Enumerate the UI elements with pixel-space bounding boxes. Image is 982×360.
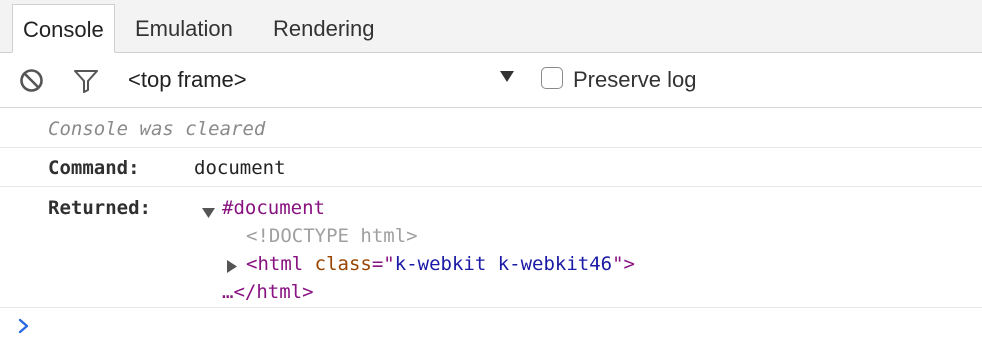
html-attr-eq: =": [371, 253, 395, 275]
prompt-chevron-icon: [18, 318, 29, 334]
command-value: document: [194, 157, 286, 179]
console-prompt[interactable]: [17, 318, 31, 339]
frame-select[interactable]: <top frame>: [128, 67, 247, 93]
returned-label: Returned:: [48, 197, 151, 219]
cleared-message: Console was cleared: [48, 118, 266, 140]
expand-document-icon[interactable]: [201, 202, 216, 224]
tab-rendering[interactable]: Rendering: [263, 4, 385, 53]
document-node[interactable]: #document: [222, 197, 325, 219]
html-close-tag: …</html>: [222, 281, 314, 303]
html-element-node[interactable]: <html class="k-webkit k-webkit46">: [246, 253, 635, 275]
tab-emulation[interactable]: Emulation: [125, 4, 243, 53]
tab-console[interactable]: Console: [12, 4, 115, 53]
frame-select-dropdown-icon[interactable]: [498, 69, 516, 88]
console-toolbar: <top frame> Preserve log: [0, 53, 982, 108]
clear-circle-icon: [20, 69, 43, 92]
doctype-node[interactable]: <!DOCTYPE html>: [246, 225, 418, 247]
filter-button[interactable]: [73, 69, 99, 93]
panel-tab-bar: Console Emulation Rendering: [0, 0, 982, 53]
html-attr-name: class: [314, 253, 372, 275]
html-attr-value: k-webkit k-webkit46: [394, 253, 613, 275]
preserve-log-checkbox[interactable]: [541, 67, 563, 89]
console-command-row: Command: document: [0, 148, 982, 187]
html-tag-open: <html: [246, 253, 304, 275]
command-label: Command:: [48, 157, 140, 179]
funnel-icon: [74, 70, 98, 93]
expand-html-icon[interactable]: [226, 257, 238, 279]
clear-console-button[interactable]: [19, 68, 44, 93]
html-attr-close: ">: [612, 253, 635, 275]
console-result-row: Returned: #document <!DOCTYPE html> <htm…: [0, 187, 982, 308]
console-message-cleared: Console was cleared: [0, 108, 982, 148]
preserve-log-label[interactable]: Preserve log: [573, 67, 697, 93]
